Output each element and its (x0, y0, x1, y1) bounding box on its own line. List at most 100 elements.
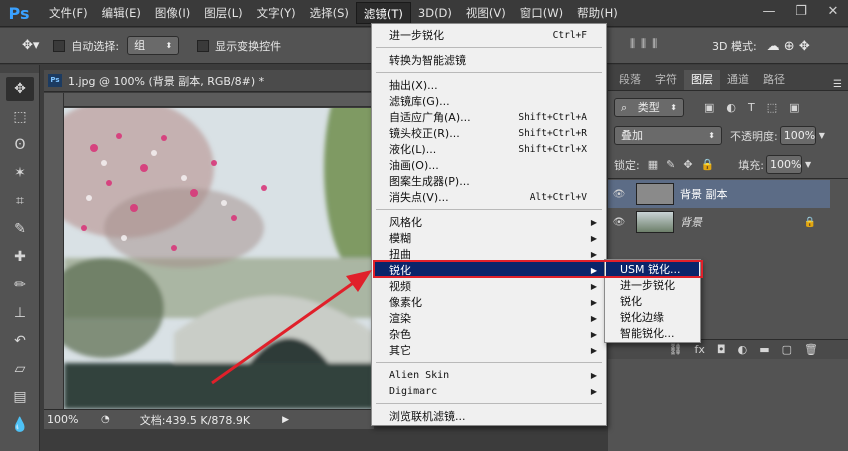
tab-paragraph[interactable]: 段落 (612, 70, 648, 90)
layer-row-background-copy[interactable]: 👁 背景 副本 (608, 180, 830, 208)
menu-file[interactable]: 文件(F) (42, 2, 95, 24)
3d-orbit-icon[interactable]: ☁ ⊕ ✥ (767, 39, 810, 54)
zoom-value[interactable]: 100% (47, 413, 93, 426)
menu-item-alien-skin[interactable]: Alien Skin ▶ (373, 367, 605, 383)
menu-type[interactable]: 文字(Y) (250, 2, 303, 24)
menu-item-render[interactable]: 渲染 ▶ (373, 310, 605, 326)
menu-help[interactable]: 帮助(H) (570, 2, 625, 24)
submenu-item-sharpen-more[interactable]: 进一步锐化 (606, 278, 699, 294)
menu-layer[interactable]: 图层(L) (197, 2, 249, 24)
menu-item-oil-paint[interactable]: 油画(O)... (373, 157, 605, 173)
submenu-item-sharpen[interactable]: 锐化 (606, 294, 699, 310)
auto-select-label: 自动选择: (71, 39, 120, 53)
menu-image[interactable]: 图像(I) (148, 2, 197, 24)
layer-filter-dropdown[interactable]: ⌕ 类型 ⬍ (614, 98, 684, 117)
submenu-item-sharpen-edges[interactable]: 锐化边缘 (606, 310, 699, 326)
menu-3d[interactable]: 3D(D) (411, 2, 459, 24)
document-tab[interactable]: Ps 1.jpg @ 100% (背景 副本, RGB/8#) * (44, 70, 374, 92)
marquee-tool-icon[interactable]: ⬚ (6, 105, 34, 129)
filter-type-icons[interactable]: ▣◐T⬚▣ (704, 101, 812, 114)
link-icon[interactable]: ⛓ (669, 343, 683, 356)
menu-select[interactable]: 选择(S) (303, 2, 356, 24)
show-transform-label: 显示变换控件 (215, 39, 282, 53)
menu-item-adaptive-wide-angle[interactable]: 自适应广角(A)... Shift+Ctrl+A (373, 109, 605, 125)
menu-item-video[interactable]: 视频 ▶ (373, 278, 605, 294)
search-icon: ⌕ (621, 101, 628, 114)
magic-wand-icon[interactable]: ✶ (6, 161, 34, 185)
fill-label: 填充: (738, 158, 764, 172)
menu-filter[interactable]: 滤镜(T) (355, 2, 411, 24)
image-canvas[interactable] (64, 108, 374, 409)
fill-value: 100% (769, 158, 802, 171)
adjustment-icon[interactable]: ◐ (738, 343, 748, 356)
menu-item-sharpen[interactable]: 锐化 ▶ (373, 262, 605, 278)
layer-thumbnail (636, 211, 674, 233)
move-tool-icon[interactable]: ✥ (6, 77, 34, 101)
brush-tool-icon[interactable]: ✏ (6, 273, 34, 297)
photo-blossom-bridge (64, 108, 374, 409)
tab-layers[interactable]: 图层 (684, 70, 720, 90)
fx-icon[interactable]: fx (695, 343, 705, 356)
menu-item-stylize[interactable]: 风格化 ▶ (373, 214, 605, 230)
move-tool-preset[interactable]: ✥▾ (22, 38, 39, 53)
fill-input[interactable]: 100% (765, 155, 802, 174)
fill-dropdown-icon[interactable]: ▼ (805, 160, 811, 169)
stamp-tool-icon[interactable]: ⊥ (6, 301, 34, 325)
status-info-icon[interactable]: ◔ (101, 414, 110, 425)
healing-brush-icon[interactable]: ✚ (6, 245, 34, 269)
layer-row-background[interactable]: 👁 背景 🔒 (608, 208, 830, 236)
minimize-icon[interactable]: — (758, 3, 780, 21)
tab-channels[interactable]: 通道 (720, 70, 756, 90)
lasso-tool-icon[interactable]: ʘ (6, 133, 34, 157)
eyedropper-icon[interactable]: ✎ (6, 217, 34, 241)
eraser-icon[interactable]: ▱ (6, 357, 34, 381)
menu-item-distort[interactable]: 扭曲 ▶ (373, 246, 605, 262)
menu-item-digimarc[interactable]: Digimarc ▶ (373, 383, 605, 399)
tab-paths[interactable]: 路径 (756, 70, 792, 90)
menu-item-liquify[interactable]: 液化(L)... Shift+Ctrl+X (373, 141, 605, 157)
menu-edit[interactable]: 编辑(E) (95, 2, 148, 24)
menu-item-browse-online-filters[interactable]: 浏览联机滤镜... (373, 408, 605, 424)
folder-icon[interactable]: ▬ (759, 343, 769, 356)
menu-item-other[interactable]: 其它 ▶ (373, 342, 605, 358)
menu-item-filter-gallery[interactable]: 滤镜库(G)... (373, 93, 605, 109)
history-brush-icon[interactable]: ↶ (6, 329, 34, 353)
layer-filter-row: ⌕ 类型 ⬍ ▣◐T⬚▣ (614, 98, 812, 117)
eye-icon[interactable]: 👁 (608, 189, 630, 200)
menu-item-vanishing-point[interactable]: 消失点(V)... Alt+Ctrl+V (373, 189, 605, 205)
blend-mode-dropdown[interactable]: 叠加 ⬍ (614, 126, 722, 145)
show-transform-checkbox[interactable] (197, 39, 210, 52)
distribute-icons[interactable]: ⫼⫼⫼ (630, 37, 663, 51)
menu-item-noise[interactable]: 杂色 ▶ (373, 326, 605, 342)
tab-character[interactable]: 字符 (648, 70, 684, 90)
lock-option-icons[interactable]: ▦✎✥🔒 (648, 158, 723, 171)
menu-item-convert-smart-filter[interactable]: 转换为智能滤镜 (373, 52, 605, 68)
submenu-item-unsharp-mask[interactable]: USM 锐化... (606, 262, 699, 278)
menu-item-blur[interactable]: 模糊 ▶ (373, 230, 605, 246)
chevron-updown-icon: ⬍ (708, 131, 715, 140)
menu-item-sharpen-more-last[interactable]: 进一步锐化 Ctrl+F (373, 27, 605, 43)
menu-item-pattern-maker[interactable]: 图案生成器(P)... (373, 173, 605, 189)
ruler-vertical (44, 93, 64, 409)
submenu-item-smart-sharpen[interactable]: 智能锐化... (606, 326, 699, 342)
menu-view[interactable]: 视图(V) (459, 2, 513, 24)
menu-item-pixelate[interactable]: 像素化 ▶ (373, 294, 605, 310)
menu-item-extract[interactable]: 抽出(X)... (373, 77, 605, 93)
auto-select-dropdown[interactable]: 组 ⬍ (127, 36, 180, 55)
eye-icon[interactable]: 👁 (608, 217, 630, 228)
crop-tool-icon[interactable]: ⌗ (6, 189, 34, 213)
menu-window[interactable]: 窗口(W) (513, 2, 570, 24)
blur-tool-icon[interactable]: 💧 (6, 413, 34, 437)
close-icon[interactable]: ✕ (822, 3, 844, 21)
trash-icon[interactable]: 🗑 (804, 343, 818, 356)
panel-menu-icon[interactable]: ☰ (833, 79, 842, 90)
menu-item-lens-correction[interactable]: 镜头校正(R)... Shift+Ctrl+R (373, 125, 605, 141)
opacity-input[interactable]: 100% (779, 126, 816, 145)
restore-icon[interactable]: ❐ (790, 3, 812, 21)
new-layer-icon[interactable]: ▢ (782, 343, 792, 356)
mask-icon[interactable]: ◘ (717, 343, 726, 356)
auto-select-checkbox[interactable] (53, 39, 66, 52)
status-arrow-icon[interactable]: ▶ (282, 415, 289, 425)
opacity-dropdown-icon[interactable]: ▼ (819, 131, 825, 140)
gradient-tool-icon[interactable]: ▤ (6, 385, 34, 409)
